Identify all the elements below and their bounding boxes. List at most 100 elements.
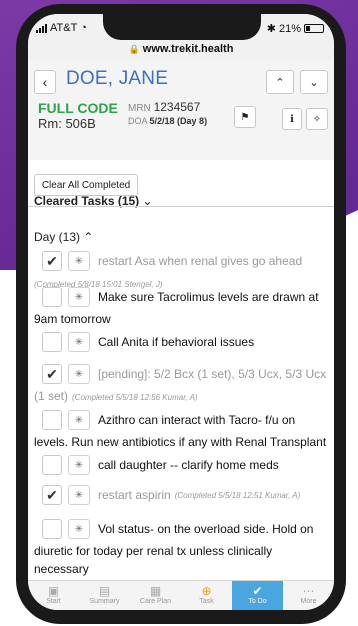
task-checkbox[interactable] [42,287,62,307]
task-text: call daughter -- clarify home meds [98,458,279,472]
mrn: MRN 1234567 [128,100,201,114]
battery-percent: 21% [278,22,301,35]
task-settings-button[interactable]: ✳ [68,332,90,352]
nav-summary[interactable]: ▤ Summary [79,581,130,610]
clear-all-completed-button[interactable]: Clear All Completed [34,174,138,196]
doa-value: 5/2/18 (Day 8) [149,116,208,126]
carrier-label: AT&T [50,22,78,34]
gear-icon: ✳ [74,255,84,267]
task-text: restart Asa when renal gives go ahead [98,254,303,268]
task-checkbox[interactable] [42,410,62,430]
nav-label: Task [199,598,214,605]
back-button[interactable]: ‹ [34,70,56,94]
checkmark-icon: ✔ [46,252,58,269]
lock-icon: 🔒 [128,44,140,54]
nav-task[interactable]: ⊕ Task [181,581,232,610]
completed-note: (Completed 5/5/18 12:56 Kumar, A) [72,393,198,402]
nav-label: More [300,598,317,605]
nav-label: Care Plan [139,598,172,605]
checkmark-icon: ✔ [46,365,58,382]
task-settings-button[interactable]: ✳ [68,519,90,539]
task-text: Vol status- on the overload side. Hold o… [98,522,314,536]
gear-icon: ✳ [74,489,84,501]
task-checkbox[interactable] [42,455,62,475]
chevron-down-icon: ⌄ [309,76,319,89]
room-number: Rm: 506B [38,116,96,131]
task-item: ✳ Make sure Tacrolimus levels are drawn a… [28,284,334,329]
nav-care-plan[interactable]: ▦ Care Plan [130,581,181,610]
bluetooth-icon: ✱ [266,23,276,35]
task-settings-button[interactable]: ✳ [68,251,90,271]
task-text: Make sure Tacrolimus levels are drawn at [98,290,319,304]
day-section-toggle[interactable]: Day (13) ⌃ [34,230,93,244]
calendar-icon: ▦ [149,584,162,598]
ellipsis-icon: ⋯ [302,584,315,598]
task-settings-button[interactable]: ✳ [68,287,90,307]
mrn-value: 1234567 [153,100,201,114]
phone-notch [103,14,261,40]
gear-icon: ✳ [74,291,84,303]
doa: DOA 5/2/18 (Day 8) [128,116,208,126]
task-text: restart aspirin [98,488,171,502]
task-item: ✔ ✳ [pending]: 5/2 Bcx (1 set), 5/3 Ucx, 5… [28,361,334,407]
chevron-up-icon: ⌃ [275,76,285,89]
magic-wand-icon: ✧ [312,113,322,125]
checkmark-icon: ✔ [46,486,58,503]
task-checkbox[interactable] [42,332,62,352]
task-item: ✔ ✳ restart Asa when renal gives go ahead(… [28,248,334,289]
patient-name: DOE, JANE [66,68,169,89]
chevron-left-icon: ‹ [42,74,48,90]
gear-icon: ✳ [74,368,84,380]
info-button[interactable]: ℹ [282,108,302,130]
task-checkbox[interactable] [42,519,62,539]
nav-label: Start [46,598,61,605]
chevron-up-icon: ⌃ [83,230,94,244]
divider [28,206,334,207]
task-item: ✳ Azithro can interact with Tacro- f/u on… [28,407,334,452]
gear-icon: ✳ [74,523,84,535]
task-settings-button[interactable]: ✳ [68,485,90,505]
url-text: www.trekit.health [142,43,234,55]
code-status: FULL CODE [38,100,118,116]
task-text-continued: (1 set) [34,389,69,403]
patient-header: ‹ DOE, JANE ⌃ ⌄ FULL CODE Rm: 506B MRN 1… [28,60,334,160]
task-text-continued: diuretic for today per renal tx unless c… [34,544,273,576]
task-checkbox[interactable]: ✔ [42,364,62,384]
task-checkbox[interactable]: ✔ [42,485,62,505]
phone-screen: AT&T ◔ ✱ 21% 🔒 www.trekit.health ‹ DOE, J… [28,14,334,610]
gear-icon: ✳ [74,336,84,348]
task-text: Call Anita if behavioral issues [98,335,255,349]
bottom-nav: ▣ Start ▤ Summary ▦ Care Plan ⊕ Task ✔ To Do ⋯ More [28,580,334,610]
task-text: Azithro can interact with Tacro- f/u on [98,413,296,427]
nav-to-do[interactable]: ✔ To Do [232,581,283,610]
task-checkbox[interactable]: ✔ [42,251,62,271]
check-circle-icon: ✔ [252,584,263,598]
battery-icon [304,24,324,33]
nav-label: Summary [89,598,120,605]
signal-icon [36,23,47,33]
wifi-icon: ◔ [80,22,87,34]
task-settings-button[interactable]: ✳ [68,455,90,475]
magic-button[interactable]: ✧ [306,108,328,130]
task-item: ✳ Call Anita if behavioral issues [28,329,334,361]
task-item: ✔ ✳ restart aspirin (Completed 5/5/18 12:51… [28,482,334,516]
task-item: ✳ Vol status- on the overload side. Hold … [28,516,334,576]
suitcase-icon: ▣ [47,584,60,598]
next-patient-button[interactable]: ⌄ [300,70,328,94]
task-text-continued: 9am tomorrow [34,312,111,326]
task-settings-button[interactable]: ✳ [68,410,90,430]
flag-button[interactable]: ⚑ [234,106,256,128]
gear-icon: ✳ [74,459,84,471]
task-text-continued: levels. Run new antibiotics if any with … [34,435,327,449]
gear-icon: ✳ [74,414,84,426]
browser-url-bar[interactable]: 🔒 www.trekit.health [28,40,334,60]
completed-note: (Completed 5/5/18 12:51 Kumar, A) [174,490,301,500]
nav-start[interactable]: ▣ Start [28,581,79,610]
previous-patient-button[interactable]: ⌃ [266,70,294,94]
task-settings-button[interactable]: ✳ [68,364,90,384]
nav-more[interactable]: ⋯ More [283,581,334,610]
document-icon: ▤ [98,584,111,598]
nav-label: To Do [248,598,267,605]
task-text: [pending]: 5/2 Bcx (1 set), 5/3 Ucx, 5/3… [98,367,327,381]
plus-circle-icon: ⊕ [201,584,212,598]
